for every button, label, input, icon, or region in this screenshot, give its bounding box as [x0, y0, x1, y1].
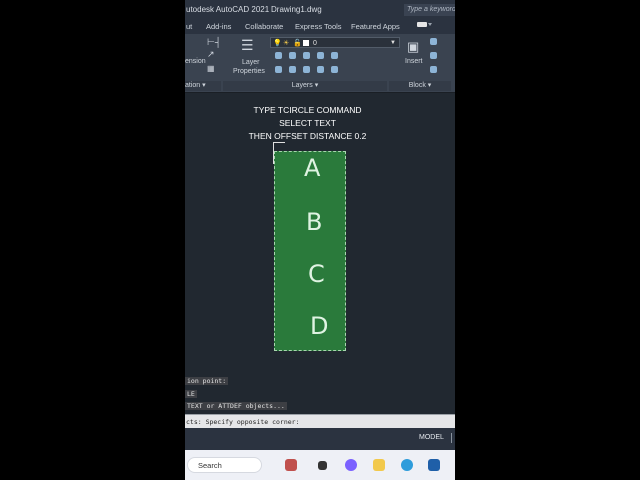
task-view-icon[interactable]	[318, 461, 327, 470]
command-history-line: TEXT or ATTDEF objects...	[185, 402, 287, 410]
block-tool-icon[interactable]	[430, 52, 437, 59]
layer-tool-icon[interactable]	[289, 52, 296, 59]
block-tool-icon[interactable]	[430, 66, 437, 73]
tab-featured-apps[interactable]: Featured Apps	[351, 22, 400, 31]
copilot-icon[interactable]	[345, 459, 357, 471]
layer-dropdown[interactable]: 💡 ☀ 🔓 0 ▼	[270, 37, 400, 48]
insert-block-icon[interactable]: ▣	[407, 40, 419, 53]
layer-tool-icon[interactable]	[289, 66, 296, 73]
tab-express-tools[interactable]: Express Tools	[295, 22, 342, 31]
instruction-line-2: SELECT TEXT	[279, 118, 336, 128]
layer-tool-icon[interactable]	[331, 66, 338, 73]
block-tool-icon[interactable]	[430, 38, 437, 45]
panel-block-label: Block	[408, 82, 426, 89]
model-space-button[interactable]: MODEL	[419, 434, 444, 441]
panel-layers[interactable]: Layers ▾	[223, 81, 387, 91]
layer-tool-icon[interactable]	[275, 66, 282, 73]
status-menu-icon[interactable]	[451, 433, 455, 443]
taskbar-app-icon[interactable]	[285, 459, 297, 471]
instruction-line-3: THEN OFFSET DISTANCE 0.2	[248, 131, 367, 141]
lock-icon: 🔓	[293, 40, 302, 47]
app-title: utodesk AutoCAD 2021	[186, 5, 270, 14]
chevron-down-icon: ▾	[314, 82, 319, 89]
selected-text-box[interactable]: A B C D	[274, 151, 346, 351]
taskbar-search-label: Search	[198, 461, 222, 470]
text-letter-c[interactable]: C	[308, 260, 325, 288]
insert-label[interactable]: Insert	[405, 58, 423, 65]
ribbon-options-icon[interactable]	[417, 22, 432, 27]
layer-tool-icon[interactable]	[331, 52, 338, 59]
layer-tool-icon[interactable]	[317, 52, 324, 59]
panel-block[interactable]: Block ▾	[389, 81, 451, 91]
command-line-input[interactable]: cts: Specify opposite corner:	[185, 414, 455, 428]
dimension-icon[interactable]: ⊢┤	[207, 38, 221, 47]
text-letter-d[interactable]: D	[310, 312, 328, 340]
tab-add-ins[interactable]: Add-ins	[206, 22, 231, 31]
dimension-label[interactable]: ension	[185, 58, 206, 65]
autocad-window: utodesk AutoCAD 2021 Drawing1.dwg Type a…	[185, 0, 455, 480]
instruction-line-1: TYPE TCIRCLE COMMAND	[253, 105, 362, 115]
store-icon[interactable]	[428, 459, 440, 471]
layer-properties-icon[interactable]: ☰	[241, 38, 254, 52]
text-letter-a[interactable]: A	[304, 154, 320, 182]
text-letter-b[interactable]: B	[306, 208, 322, 236]
taskbar-search[interactable]: Search	[187, 457, 262, 473]
layer-properties-label-2[interactable]: Properties	[233, 68, 265, 75]
ribbon-panel: ⊢┤ ↗ ▦ ension ☰ Layer Properties 💡 ☀ 🔓 0…	[185, 34, 455, 93]
edge-browser-icon[interactable]	[401, 459, 413, 471]
keyword-search-input[interactable]: Type a keyword	[404, 4, 455, 16]
current-layer-name: 0	[313, 40, 317, 47]
layer-tool-icon[interactable]	[317, 66, 324, 73]
layer-tool-icon[interactable]	[303, 52, 310, 59]
tab-collaborate[interactable]: Collaborate	[245, 22, 283, 31]
status-bar: MODEL	[185, 428, 455, 450]
drawing-canvas[interactable]: TYPE TCIRCLE COMMAND SELECT TEXT THEN OF…	[185, 93, 455, 413]
tab-layout[interactable]: ut	[186, 22, 192, 31]
chevron-down-icon: ▼	[390, 40, 396, 46]
chevron-down-icon: ▾	[202, 82, 206, 89]
panel-annotation-label: ation	[185, 82, 201, 89]
sun-icon: ☀	[283, 40, 290, 47]
leader-icon[interactable]: ↗	[207, 50, 215, 59]
chevron-down-icon: ▾	[427, 82, 432, 89]
layer-color-swatch	[303, 40, 309, 46]
layer-on-icon: 💡	[273, 40, 282, 47]
document-title: Drawing1.dwg	[271, 5, 322, 14]
command-history-line: ion point:	[185, 377, 229, 385]
layer-tool-icon[interactable]	[303, 66, 310, 73]
panel-annotation[interactable]: ation ▾	[185, 81, 221, 91]
title-bar: utodesk AutoCAD 2021 Drawing1.dwg Type a…	[185, 0, 455, 18]
table-icon[interactable]: ▦	[207, 64, 215, 73]
file-explorer-icon[interactable]	[373, 459, 385, 471]
crosshair-cursor-h	[273, 142, 285, 143]
taskbar: Search	[185, 450, 455, 480]
layer-tool-icon[interactable]	[275, 52, 282, 59]
panel-layers-label: Layers	[291, 82, 313, 89]
ribbon-tabs: ut Add-ins Collaborate Express Tools Fea…	[185, 18, 455, 34]
command-history-line: LE	[185, 390, 197, 398]
layer-properties-label-1[interactable]: Layer	[242, 59, 260, 66]
